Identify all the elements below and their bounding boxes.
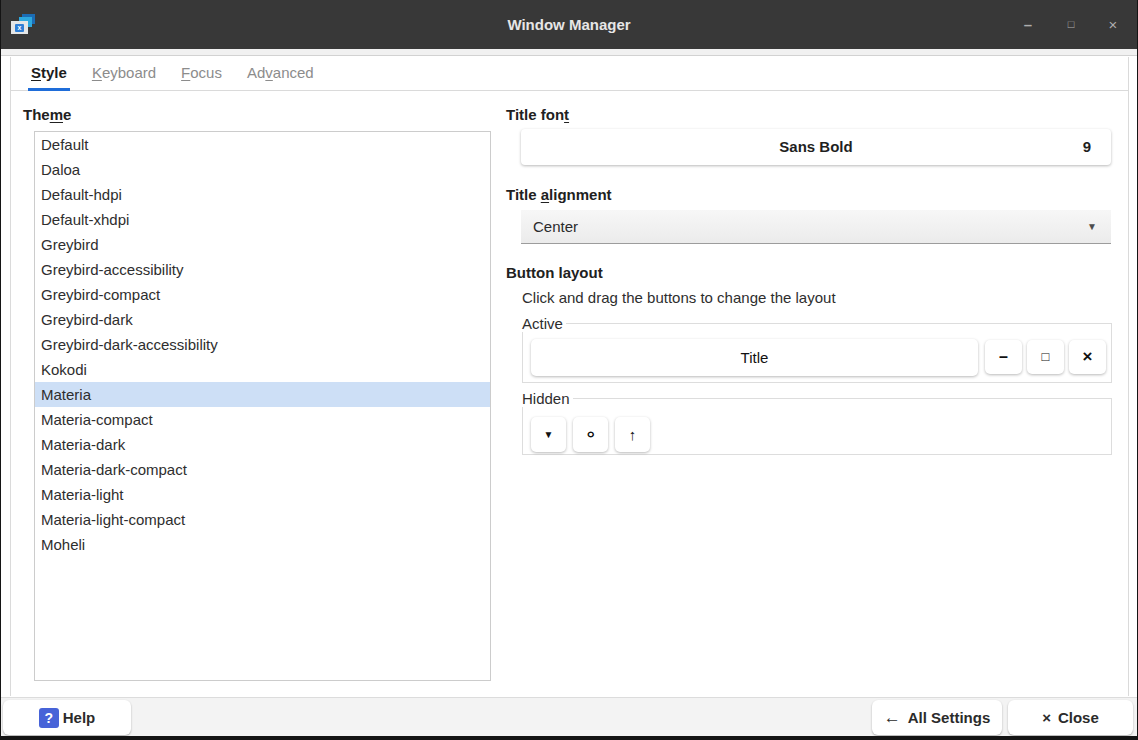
shade-button[interactable]: ▼ xyxy=(531,417,566,452)
back-arrow-icon: ← xyxy=(884,708,901,728)
alignment-value: Center xyxy=(533,210,578,243)
button-layout-label: Button layout xyxy=(506,264,603,281)
tab-keyboard[interactable]: Keyboard xyxy=(89,57,159,91)
font-size: 9 xyxy=(1083,129,1091,165)
list-item[interactable]: Materia-dark-compact xyxy=(35,457,490,482)
hidden-legend: Hidden xyxy=(522,390,573,407)
close-layout-button[interactable]: × xyxy=(1069,340,1106,374)
button-layout-hint: Click and drag the buttons to change the… xyxy=(522,289,836,306)
list-item[interactable]: Default-xhdpi xyxy=(35,207,490,232)
tab-bar: Style Keyboard Focus Advanced xyxy=(11,57,1128,91)
list-item[interactable]: Materia-dark xyxy=(35,432,490,457)
active-legend: Active xyxy=(522,315,566,332)
title-drag-button[interactable]: Title xyxy=(531,339,978,376)
alignment-dropdown[interactable]: Center ▼ xyxy=(521,210,1111,244)
list-item[interactable]: Daloa xyxy=(35,157,490,182)
list-item[interactable]: Greybird-accessibility xyxy=(35,257,490,282)
theme-list[interactable]: DefaultDaloaDefault-hdpiDefault-xhdpiGre… xyxy=(34,131,491,681)
list-item[interactable]: Greybird-compact xyxy=(35,282,490,307)
sticky-button[interactable]: ○ xyxy=(573,417,608,452)
list-item[interactable]: Kokodi xyxy=(35,357,490,382)
window-title: Window Manager xyxy=(1,0,1137,49)
close-footer-button[interactable]: × Close xyxy=(1008,700,1133,735)
list-item[interactable]: Materia-compact xyxy=(35,407,490,432)
stick-button[interactable]: ↑ xyxy=(615,417,650,452)
list-item[interactable]: Default xyxy=(35,132,490,157)
window: x Window Manager – □ × Style Keyboard Fo… xyxy=(1,0,1137,736)
list-item[interactable]: Greybird xyxy=(35,232,490,257)
hidden-frame: Hidden xyxy=(522,390,1112,455)
minimize-layout-button[interactable]: – xyxy=(985,340,1022,374)
close-icon[interactable]: × xyxy=(1100,0,1126,49)
title-font-label: Title font xyxy=(506,106,569,123)
theme-label: Theme xyxy=(23,106,71,123)
list-item[interactable]: Materia-light xyxy=(35,482,490,507)
list-item[interactable]: Materia xyxy=(35,382,490,407)
titlebar: x Window Manager – □ × xyxy=(1,0,1137,49)
title-alignment-label: Title alignment xyxy=(506,186,612,203)
list-item[interactable]: Materia-light-compact xyxy=(35,507,490,532)
chevron-down-icon: ▼ xyxy=(1087,210,1097,243)
maximize-icon[interactable]: □ xyxy=(1058,0,1084,49)
font-button[interactable]: Sans Bold 9 xyxy=(521,129,1111,165)
minimize-icon[interactable]: – xyxy=(1015,0,1041,49)
help-button[interactable]: ? Help xyxy=(3,700,131,735)
notebook: Style Keyboard Focus Advanced Theme Defa… xyxy=(10,57,1129,696)
titlebar-strip xyxy=(1,49,1137,56)
footer: ? Help ← All Settings × Close xyxy=(1,697,1137,736)
close-x-icon: × xyxy=(1042,709,1051,726)
help-icon: ? xyxy=(39,708,59,728)
list-item[interactable]: Moheli xyxy=(35,532,490,557)
close-label: Close xyxy=(1058,709,1099,726)
all-settings-label: All Settings xyxy=(908,709,991,726)
tab-focus[interactable]: Focus xyxy=(178,57,225,91)
list-item[interactable]: Greybird-dark-accessibility xyxy=(35,332,490,357)
help-label: Help xyxy=(63,709,96,726)
tab-style[interactable]: Style xyxy=(28,57,70,91)
font-name: Sans Bold xyxy=(521,129,1111,165)
all-settings-button[interactable]: ← All Settings xyxy=(872,700,1002,735)
list-item[interactable]: Default-hdpi xyxy=(35,182,490,207)
maximize-layout-button[interactable]: □ xyxy=(1027,340,1064,374)
tab-advanced[interactable]: Advanced xyxy=(244,57,317,91)
list-item[interactable]: Greybird-dark xyxy=(35,307,490,332)
